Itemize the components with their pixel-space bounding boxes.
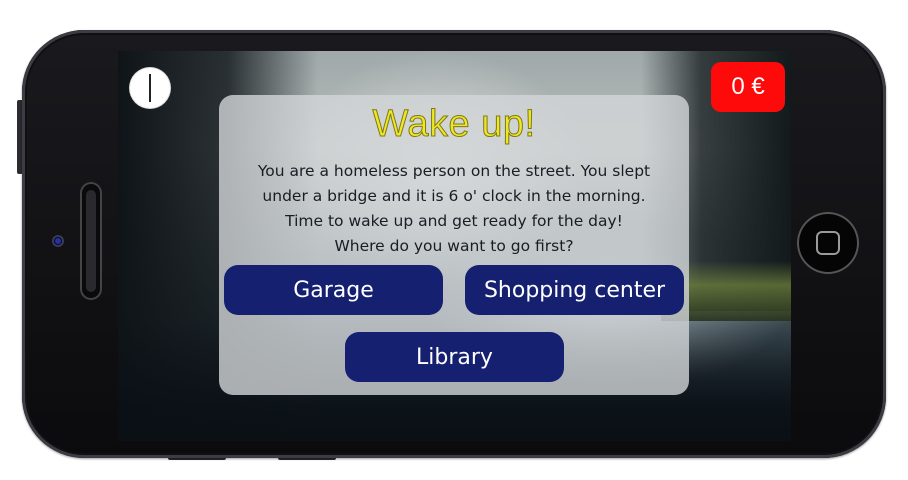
game-screen: 0 € Wake up! You are a homeless person o…: [118, 51, 791, 441]
clock-icon[interactable]: [130, 68, 170, 108]
clock-hand: [149, 74, 151, 102]
dialog-line: under a bridge and it is 6 o' clock in t…: [262, 187, 646, 205]
home-button-icon: [816, 231, 840, 255]
garage-button[interactable]: Garage: [224, 265, 443, 315]
money-badge: 0 €: [711, 62, 785, 112]
home-button[interactable]: [797, 212, 859, 274]
front-camera-icon: [52, 235, 64, 247]
dialog-text: You are a homeless person on the street.…: [233, 159, 675, 259]
dialog-line: You are a homeless person on the street.…: [257, 162, 651, 180]
phone-speaker: [80, 182, 102, 300]
dialog-line: Time to wake up and get ready for the da…: [285, 212, 623, 230]
dialog-title: Wake up!: [372, 103, 536, 146]
library-button[interactable]: Library: [345, 332, 564, 382]
shopping-center-button[interactable]: Shopping center: [465, 265, 684, 315]
dialog-line: Where do you want to go first?: [334, 237, 574, 255]
story-dialog: Wake up! You are a homeless person on th…: [219, 95, 689, 395]
